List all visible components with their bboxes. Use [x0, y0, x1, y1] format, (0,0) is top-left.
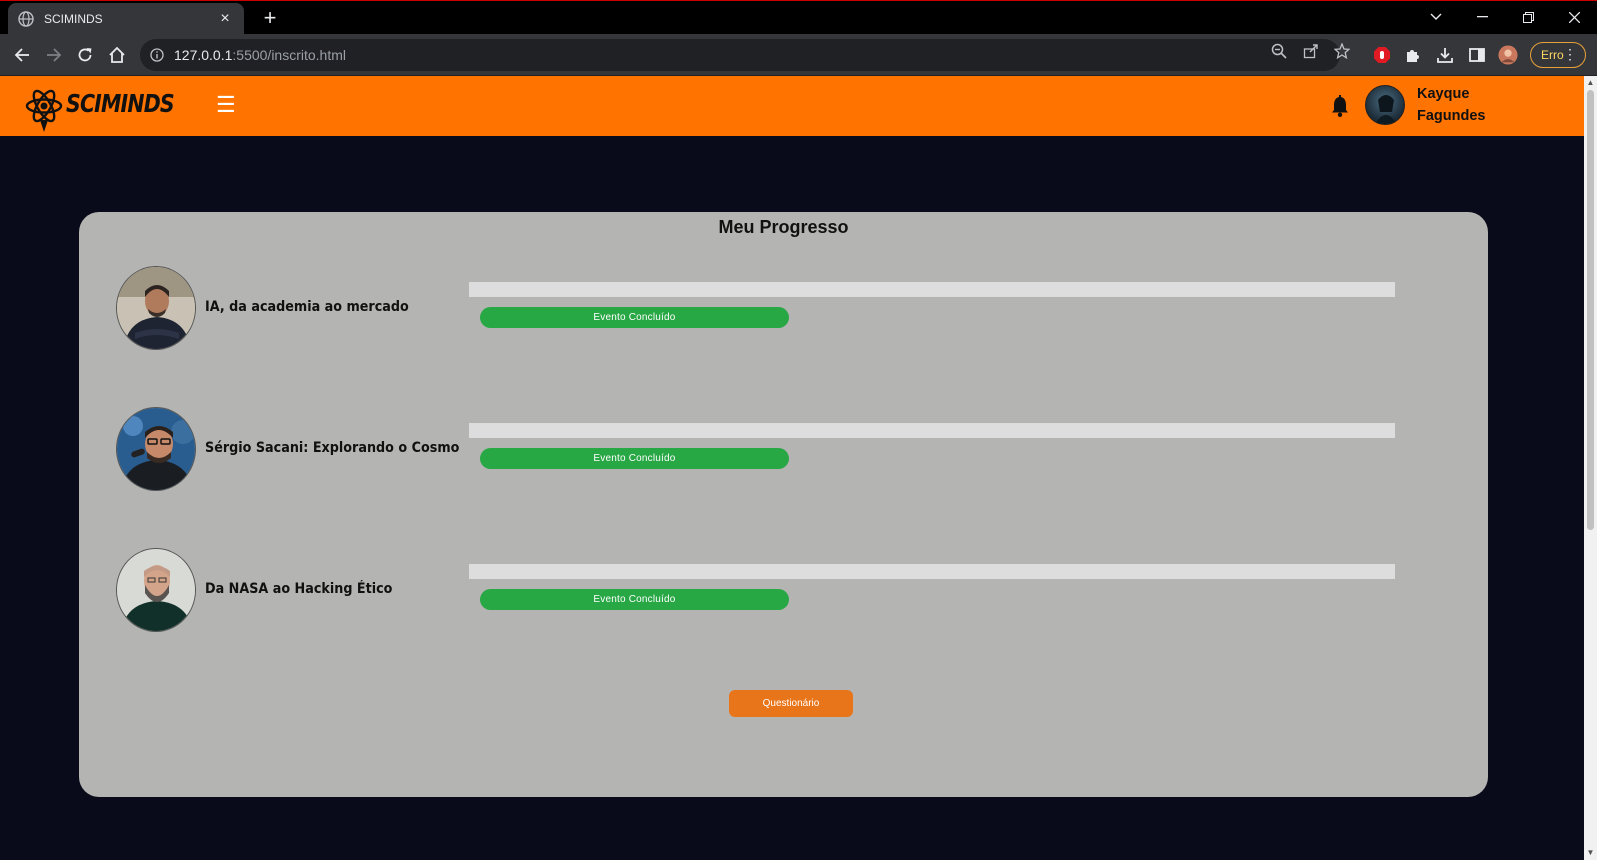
- event-title: Da NASA ao Hacking Ético: [205, 581, 393, 597]
- new-tab-button[interactable]: +: [258, 7, 282, 31]
- status-badge: Evento Concluído: [480, 307, 789, 328]
- back-icon[interactable]: [10, 43, 34, 67]
- more-options-icon[interactable]: ⋮: [1563, 47, 1577, 61]
- forward-icon[interactable]: [42, 43, 66, 67]
- close-window-icon[interactable]: [1551, 1, 1597, 33]
- event-row: Da NASA ao Hacking Ético Evento Concluíd…: [116, 548, 1416, 634]
- scrollbar-thumb[interactable]: [1587, 90, 1594, 530]
- profile-error-button[interactable]: Erro ⋮: [1530, 42, 1586, 68]
- globe-icon: [18, 11, 34, 27]
- event-row: Sérgio Sacani: Explorando o Cosmo Evento…: [116, 407, 1416, 493]
- progress-bar: [469, 564, 1395, 579]
- adblock-extension-icon[interactable]: [1372, 45, 1392, 65]
- extension-icon[interactable]: [1403, 45, 1423, 65]
- atom-logo-icon[interactable]: [24, 80, 72, 134]
- status-badge: Evento Concluído: [480, 589, 789, 610]
- scroll-up-icon[interactable]: ▲: [1586, 78, 1595, 87]
- browser-toolbar: 127.0.0.1:5500/inscrito.html Erro ⋮: [0, 34, 1597, 76]
- event-title: Sérgio Sacani: Explorando o Cosmo: [205, 440, 460, 456]
- tab-title: SCIMINDS: [44, 12, 103, 26]
- speaker-photo: [116, 548, 196, 632]
- star-icon[interactable]: [1333, 42, 1351, 60]
- user-name[interactable]: Kayque Fagundes: [1417, 83, 1497, 127]
- info-icon[interactable]: [150, 48, 164, 62]
- brand-name: SCIMINDS: [66, 89, 175, 118]
- window-controls: [1413, 1, 1597, 33]
- browser-tabbar: SCIMINDS × +: [0, 0, 1597, 35]
- url-text: 127.0.0.1:5500/inscrito.html: [174, 47, 346, 63]
- share-icon[interactable]: [1302, 42, 1320, 60]
- site-header: SCIMINDS ☰ Kayque Fagundes: [0, 76, 1584, 136]
- scroll-down-icon[interactable]: ▼: [1586, 848, 1595, 857]
- page-viewport: SCIMINDS ☰ Kayque Fagundes Meu Progresso: [0, 76, 1584, 860]
- quiz-button[interactable]: Questionário: [729, 690, 853, 717]
- profile-avatar-icon[interactable]: [1498, 45, 1518, 65]
- status-badge: Evento Concluído: [480, 448, 789, 469]
- tab-close-icon[interactable]: ×: [216, 10, 234, 28]
- zoom-icon[interactable]: [1270, 42, 1288, 60]
- restore-icon[interactable]: [1505, 1, 1551, 33]
- event-row: IA, da academia ao mercado Evento Conclu…: [116, 266, 1416, 352]
- download-icon[interactable]: [1435, 45, 1455, 65]
- progress-bar: [469, 282, 1395, 297]
- progress-bar: [469, 423, 1395, 438]
- tab-search-icon[interactable]: [1413, 1, 1459, 33]
- user-avatar[interactable]: [1365, 85, 1405, 125]
- progress-card: Meu Progresso IA, da academia ao mercado…: [79, 212, 1488, 797]
- address-bar[interactable]: 127.0.0.1:5500/inscrito.html: [140, 39, 1340, 71]
- speaker-photo: [116, 407, 196, 491]
- speaker-photo: [116, 266, 196, 350]
- minimize-icon[interactable]: [1459, 1, 1505, 33]
- event-title: IA, da academia ao mercado: [205, 299, 409, 315]
- home-icon[interactable]: [105, 43, 129, 67]
- error-label: Erro: [1541, 48, 1564, 62]
- bell-icon[interactable]: [1330, 95, 1350, 117]
- page-scrollbar[interactable]: ▲ ▼: [1584, 76, 1597, 860]
- hamburger-icon[interactable]: ☰: [216, 93, 236, 117]
- browser-tab[interactable]: SCIMINDS ×: [8, 3, 244, 35]
- sidepanel-icon[interactable]: [1467, 45, 1487, 65]
- reload-icon[interactable]: [73, 43, 97, 67]
- page-title: Meu Progresso: [718, 217, 849, 237]
